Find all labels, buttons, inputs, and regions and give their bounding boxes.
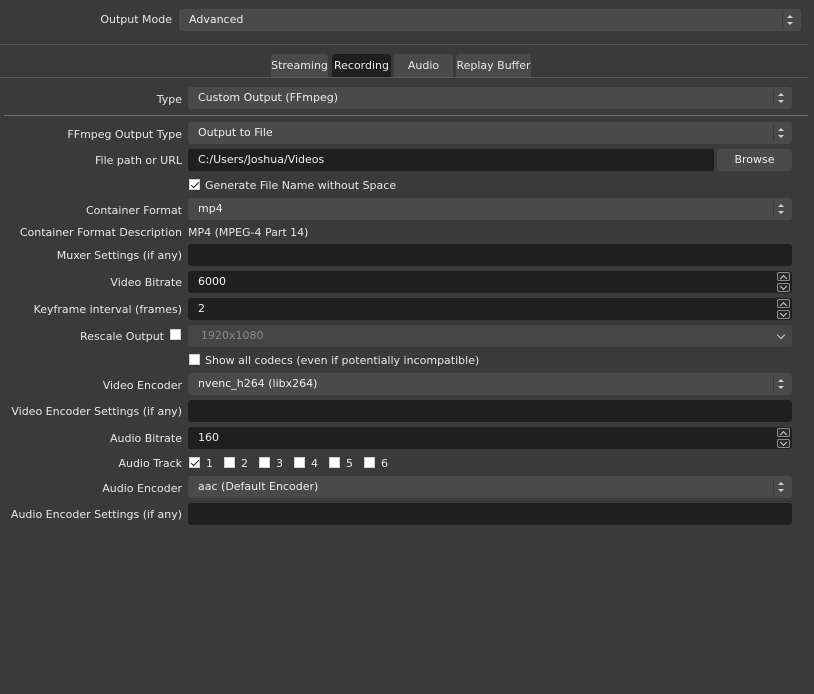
audio-encoder-value: aac (Default Encoder) [198,480,319,493]
audio-bitrate-spinbox[interactable]: 160 [188,427,792,449]
container-format-description-label: Container Format Description [19,226,182,239]
increment-icon[interactable] [777,299,790,308]
type-value: Custom Output (FFmpeg) [198,91,339,104]
muxer-settings-input[interactable] [188,244,792,266]
audio-track-5-label: 5 [346,457,353,470]
output-mode-value: Advanced [189,13,244,26]
audio-bitrate-value: 160 [198,431,219,444]
rescale-resolution-select[interactable]: 1920x1080 [188,325,792,347]
ffmpeg-output-type-label: FFmpeg Output Type [67,128,182,141]
audio-track-6-label: 6 [381,457,388,470]
audio-track-2-label: 2 [241,457,248,470]
updown-arrows-icon [773,376,788,392]
audio-track-2-checkbox[interactable] [224,457,235,468]
updown-arrows-icon [782,12,797,28]
audio-track-4-checkbox[interactable] [294,457,305,468]
audio-encoder-settings-label: Audio Encoder Settings (if any) [10,508,182,521]
rescale-output-checkbox[interactable] [170,329,181,340]
audio-track-6-checkbox[interactable] [364,457,375,468]
tab-audio[interactable]: Audio [394,54,453,77]
audio-track-3-checkbox[interactable] [259,457,270,468]
video-encoder-settings-input[interactable] [188,400,792,422]
tab-recording[interactable]: Recording [332,54,391,77]
container-format-label: Container Format [85,204,182,217]
audio-track-label: Audio Track [118,457,182,470]
tab-bar-divider [0,77,808,78]
container-format-description-value: MP4 (MPEG-4 Part 14) [188,226,309,239]
rescale-resolution-value: 1920x1080 [201,329,264,342]
audio-track-4-label: 4 [311,457,318,470]
divider [0,44,808,45]
generate-file-name-label: Generate File Name without Space [205,179,397,192]
audio-track-1-checkbox[interactable] [189,457,200,468]
keyframe-interval-spinbox[interactable]: 2 [188,298,792,320]
video-bitrate-label: Video Bitrate [110,276,182,289]
audio-track-1-label: 1 [206,457,213,470]
tab-replay-buffer[interactable]: Replay Buffer [456,54,531,77]
section-divider [4,115,808,116]
decrement-icon[interactable] [777,310,790,319]
updown-arrows-icon [773,201,788,217]
type-select[interactable]: Custom Output (FFmpeg) [188,87,792,109]
audio-bitrate-label: Audio Bitrate [109,432,182,445]
audio-encoder-label: Audio Encoder [102,482,182,495]
video-encoder-settings-label: Video Encoder Settings (if any) [11,405,182,418]
increment-icon[interactable] [777,428,790,437]
tab-streaming[interactable]: Streaming [271,54,328,77]
video-encoder-select[interactable]: nvenc_h264 (libx264) [188,373,792,395]
keyframe-interval-label: Keyframe interval (frames) [33,303,182,316]
show-all-codecs-label: Show all codecs (even if potentially inc… [205,354,480,367]
show-all-codecs-checkbox[interactable] [189,354,200,365]
video-bitrate-spinbox[interactable]: 6000 [188,271,792,293]
muxer-settings-label: Muxer Settings (if any) [56,249,182,262]
container-format-select[interactable]: mp4 [188,198,792,220]
audio-track-5-checkbox[interactable] [329,457,340,468]
output-mode-label: Output Mode [100,13,172,26]
audio-encoder-select[interactable]: aac (Default Encoder) [188,476,792,498]
audio-track-3-label: 3 [276,457,283,470]
updown-arrows-icon [773,90,788,106]
keyframe-interval-value: 2 [198,302,205,315]
video-encoder-value: nvenc_h264 (libx264) [198,377,318,390]
updown-arrows-icon [773,479,788,495]
output-mode-select[interactable]: Advanced [179,9,801,31]
video-encoder-label: Video Encoder [102,379,182,392]
updown-arrows-icon [773,125,788,141]
audio-encoder-settings-input[interactable] [188,503,792,525]
generate-file-name-checkbox[interactable] [189,179,200,190]
decrement-icon[interactable] [777,439,790,448]
video-bitrate-value: 6000 [198,275,226,288]
ffmpeg-output-type-select[interactable]: Output to File [188,122,792,144]
container-format-value: mp4 [198,202,223,215]
rescale-output-label: Rescale Output [80,330,164,343]
decrement-icon[interactable] [777,283,790,292]
type-label: Type [156,93,182,106]
ffmpeg-output-type-value: Output to File [198,126,273,139]
increment-icon[interactable] [777,272,790,281]
file-path-label: File path or URL [95,154,182,167]
browse-button[interactable]: Browse [717,149,792,171]
file-path-input[interactable]: C:/Users/Joshua/Videos [188,149,714,171]
chevron-down-icon [776,330,786,340]
